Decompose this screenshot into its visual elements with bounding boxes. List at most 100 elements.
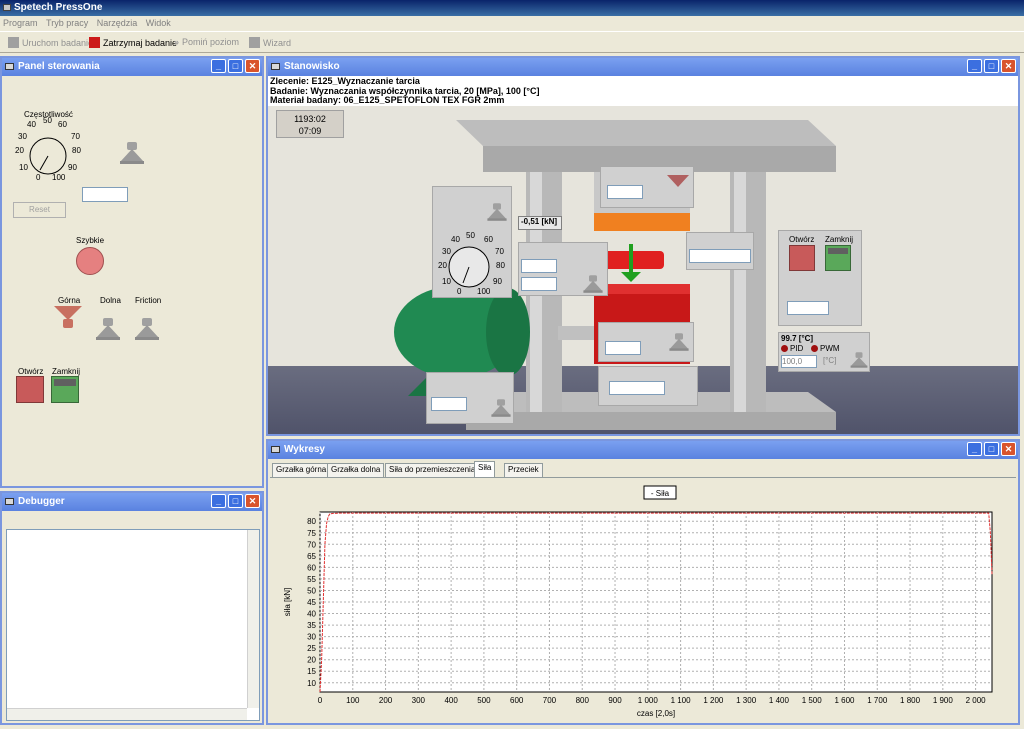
sensor-icon [120,142,144,164]
sensor-icon [491,399,511,417]
open-label: Otwórz [18,367,44,376]
skip-label: Pomiń poziom [182,37,240,47]
maximize-button[interactable]: □ [984,442,999,456]
close-button[interactable]: ✕ [1001,59,1016,73]
friction-sensor-icon[interactable] [135,318,159,340]
upper-label: Górna [58,296,81,305]
window-icon [271,446,280,453]
tab-leak[interactable]: Przeciek [504,463,543,477]
motor-panel [426,372,514,424]
valve-panel: Otwórz Zamknij [778,230,862,326]
lower-label: Dolna [100,296,121,305]
tab-force[interactable]: Siła [474,461,496,477]
lower-sensor-icon[interactable] [96,318,120,340]
app-titlebar: Spetech PressOne [0,0,1024,16]
base-panel [598,366,698,406]
control-panel-window: Panel sterowania _ □ ✕ Częstotliwość 40 … [0,56,264,488]
upper-heater-field[interactable] [607,185,643,199]
debugger-titlebar: Debugger _ □ ✕ [2,493,262,511]
minimize-button[interactable]: _ [211,494,226,508]
valve-open-button[interactable] [789,245,815,271]
control-panel-titlebar: Panel sterowania _ □ ✕ [2,58,262,76]
stop-test-button[interactable]: Zatrzymaj badanie [89,37,177,48]
sensor-icon [487,203,507,221]
force-field-2[interactable] [521,277,557,291]
debugger-title: Debugger [18,496,65,507]
gauge-tick-70: 70 [495,247,504,256]
x-axis-label: czas [2,0s] [637,709,675,718]
displacement-field[interactable] [689,249,751,263]
motor-field[interactable] [431,397,467,411]
x-tick-label: 1 600 [834,696,855,705]
x-tick-label: 2 000 [966,696,987,705]
open-button[interactable] [16,376,44,403]
debugger-window: Debugger _ □ ✕ [0,491,264,725]
maximize-button[interactable]: □ [228,59,243,73]
valve-close-button[interactable] [825,245,851,271]
x-tick-label: 0 [318,696,323,705]
chart-tabs: Grzałka górna Grzałka dolna Siła do prze… [270,461,1016,477]
dial-tick-100: 100 [52,173,66,182]
y-tick-label: 45 [307,598,316,607]
x-tick-label: 1 700 [867,696,888,705]
reset-button[interactable]: Reset [13,202,66,218]
pwm-label: PWM [820,344,840,353]
force-field-1[interactable] [521,259,557,273]
charts-title: Wykresy [284,444,325,455]
close-valve-button[interactable] [51,376,79,403]
x-tick-label: 1 400 [769,696,790,705]
minimize-button[interactable]: _ [967,59,982,73]
close-button[interactable]: ✕ [1001,442,1016,456]
x-tick-label: 100 [346,696,360,705]
x-tick-label: 500 [477,696,491,705]
tab-force-displacement[interactable]: Siła do przemieszczenia [385,463,480,477]
menubar: Program Tryb pracy Narzędzia Widok [0,16,1024,30]
force-panel [518,242,608,296]
run-test-button[interactable]: Uruchom badanie [8,37,93,48]
x-tick-label: 1 300 [736,696,757,705]
frequency-dial[interactable]: 40 50 60 30 70 20 80 10 90 0 100 [10,116,90,188]
dial-tick-40: 40 [27,120,36,129]
wizard-button[interactable]: Wizard [249,37,291,48]
y-tick-label: 55 [307,575,316,584]
reset-label: Reset [29,205,50,214]
y-tick-label: 65 [307,552,316,561]
dial-tick-0: 0 [36,173,41,182]
vertical-scrollbar[interactable] [247,530,259,708]
maximize-button[interactable]: □ [984,59,999,73]
skip-level-button[interactable]: » Pomiń poziom [174,37,239,47]
menu-widok[interactable]: Widok [146,18,171,28]
close-button[interactable]: ✕ [245,59,260,73]
debugger-log[interactable] [6,529,260,721]
x-tick-label: 1 200 [703,696,724,705]
y-tick-label: 75 [307,529,316,538]
fast-indicator[interactable] [76,247,104,275]
y-tick-label: 60 [307,563,316,572]
upper-sensor-icon[interactable] [54,306,82,330]
menu-program[interactable]: Program [3,18,38,28]
minimize-button[interactable]: _ [211,59,226,73]
temperature-unit: [°C] [823,356,837,365]
y-tick-label: 15 [307,667,316,676]
tab-upper-heater[interactable]: Grzałka górna [272,463,331,477]
horizontal-scrollbar[interactable] [7,708,247,720]
menu-tryb-pracy[interactable]: Tryb pracy [46,18,88,28]
gauge-tick-0: 0 [457,287,462,296]
gauge-tick-10: 10 [442,277,451,286]
close-button[interactable]: ✕ [245,494,260,508]
menu-narzedzia[interactable]: Narzędzia [97,18,138,28]
pwm-led [811,345,818,352]
sensor-icon [583,275,603,293]
lower-heater-field[interactable] [605,341,641,355]
pid-led [781,345,788,352]
dial-tick-30: 30 [18,132,27,141]
base-field[interactable] [609,381,665,395]
minimize-button[interactable]: _ [967,442,982,456]
tab-lower-heater[interactable]: Grzałka dolna [327,463,385,477]
y-tick-label: 40 [307,610,316,619]
upper-heater-icon [667,175,689,187]
valve-field[interactable] [787,301,829,315]
maximize-button[interactable]: □ [228,494,243,508]
temperature-setpoint[interactable] [781,355,817,368]
frequency-field[interactable] [82,187,128,202]
